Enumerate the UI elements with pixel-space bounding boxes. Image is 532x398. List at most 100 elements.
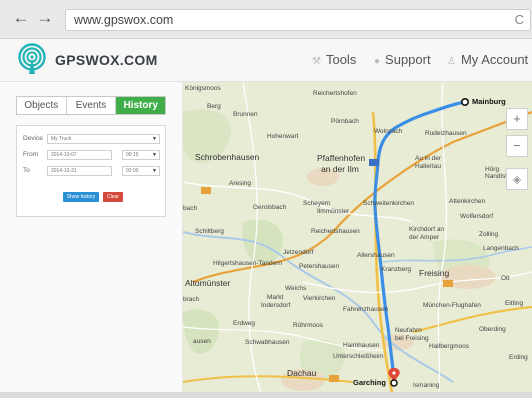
from-date-field[interactable]: 2014-10-07 (47, 150, 112, 160)
menu-support[interactable]: ● Support (374, 52, 431, 67)
zoom-in-button[interactable]: + (506, 108, 528, 130)
device-label: Device (23, 135, 43, 142)
map-label: Gerolsbach (253, 204, 287, 211)
user-icon: ♙ (447, 56, 456, 67)
map-label-start: Mainburg (472, 97, 506, 106)
start-marker (460, 97, 469, 106)
map-label: Haimhausen (343, 342, 380, 349)
map-label: Eitting (505, 300, 524, 307)
map-label: Weichs (285, 285, 307, 292)
tab-history[interactable]: History (116, 97, 166, 114)
map-label: Aresing (229, 180, 252, 187)
wrench-icon: ⚒ (312, 56, 321, 67)
zoom-out-button[interactable]: − (506, 135, 528, 157)
map-label: ausen (193, 338, 211, 345)
map-label: Altomünster (185, 278, 231, 288)
gpswox-logo-icon[interactable] (17, 43, 47, 75)
map-label: Dachau (287, 368, 317, 378)
tab-events[interactable]: Events (67, 97, 117, 114)
map-label: Fahrenzhausen (343, 306, 389, 313)
brand-name[interactable]: GPSWOX.COM (55, 52, 158, 68)
map-label: Hörg (485, 166, 500, 173)
map-label-end: Garching (353, 378, 386, 387)
map-label: Röhrmoos (293, 322, 323, 329)
forward-arrow-icon[interactable]: → (36, 9, 54, 27)
back-arrow-icon[interactable]: ← (12, 9, 30, 27)
map-label: Reichertshofen (313, 90, 357, 97)
map-label: Neufahrn (395, 327, 422, 334)
address-bar[interactable]: www.gpswox.com C (65, 9, 531, 31)
map-label: Schrobenhausen (195, 152, 260, 162)
map-label: Hilgertshausen-Tandern (213, 260, 283, 267)
map-label: Attenkirchen (449, 198, 486, 205)
map-label: Wolfersdorf (460, 213, 494, 220)
menu-tools[interactable]: ⚒ Tools (312, 52, 356, 67)
map-label: Kranzberg (381, 266, 411, 273)
caret-down-icon: ▼ (152, 168, 157, 174)
map-label: Schweitenkirchen (363, 200, 414, 207)
map-label: München-Flughafen (423, 302, 481, 309)
show-history-button[interactable]: Show history (63, 192, 99, 202)
browser-toolbar: ← → www.gpswox.com C (0, 0, 532, 39)
support-icon: ● (374, 56, 381, 67)
map-label: Ismaning (413, 382, 440, 389)
map-label: Scheyern (303, 200, 331, 207)
panel-tabs: Objects Events History (16, 96, 166, 115)
map-label: Hallbergmoos (429, 343, 470, 350)
to-time-select[interactable]: 02:00 ▼ (122, 166, 160, 176)
clear-button[interactable]: Clear (103, 192, 123, 202)
map-view[interactable]: Königsmoos Reichertshofen Berg Brunnen P… (183, 82, 532, 398)
device-select[interactable]: My Truck ▼ (47, 134, 160, 144)
map-canvas[interactable] (183, 82, 532, 398)
map-label: Unterschleißheim (333, 353, 384, 360)
map-label: Wolnzach (374, 128, 403, 135)
map-label: Kirchdorf an (409, 226, 445, 233)
map-label: Vierkirchen (303, 295, 336, 302)
map-label: Brunnen (233, 111, 258, 118)
map-label: Reichertshausen (311, 228, 360, 235)
map-label: Erding (509, 354, 528, 361)
app-window: ← → www.gpswox.com C GPSWOX.COM ⚒ Tools ●… (0, 0, 532, 398)
map-label: Petershausen (299, 263, 340, 270)
map-label: Markt (267, 294, 284, 301)
map-label: Erdweg (233, 320, 256, 327)
layers-icon: ◈ (512, 174, 522, 186)
map-label: Freising (419, 268, 450, 278)
map-label: Oberding (479, 326, 506, 333)
map-label: bach (183, 205, 198, 212)
from-label: From (23, 151, 39, 158)
map-label: brach (183, 296, 200, 303)
caret-down-icon: ▼ (152, 136, 157, 142)
to-label: To (23, 167, 30, 174)
map-label: Indersdorf (261, 302, 291, 309)
from-time-select[interactable]: 00:15 ▼ (122, 150, 160, 160)
tab-objects[interactable]: Objects (17, 97, 67, 114)
app-header: GPSWOX.COM ⚒ Tools ● Support ♙ My Account (0, 39, 532, 82)
side-panel: Objects Events History Device My Truck ▼ … (0, 82, 183, 398)
map-label: Hallertau (415, 163, 442, 170)
map-label: an der Ilm (321, 164, 359, 174)
map-label: Pfaffenhofen (317, 153, 366, 163)
map-label: Langenbach (483, 245, 519, 252)
map-label: Allershausen (357, 252, 395, 259)
map-label: Schwabhausen (245, 339, 290, 346)
menu-my-account[interactable]: ♙ My Account (447, 52, 528, 67)
to-date-field[interactable]: 2014-10-31 (47, 166, 112, 176)
reload-icon[interactable]: C (515, 12, 524, 27)
caret-down-icon: ▼ (152, 152, 157, 158)
map-label: der Amper (409, 234, 439, 241)
layers-button[interactable]: ◈ (506, 168, 528, 190)
map-label: bei Freising (395, 335, 429, 342)
map-label: Ilmmünster (317, 208, 350, 215)
map-label: Au in der (415, 155, 442, 162)
map-label: Ott (501, 275, 510, 282)
map-label: Schiltberg (195, 228, 224, 235)
history-form: Device My Truck ▼ From 2014-10-07 00:15 ▼ … (16, 125, 166, 217)
map-label: Hohenwart (267, 133, 299, 140)
map-label: Berg (207, 103, 221, 110)
map-label: Zolling (479, 231, 499, 238)
map-label: Pörnbach (331, 118, 359, 125)
map-label: Rudelzhausen (425, 130, 467, 137)
url-text: www.gpswox.com (74, 13, 174, 27)
bottom-bar (0, 392, 532, 398)
